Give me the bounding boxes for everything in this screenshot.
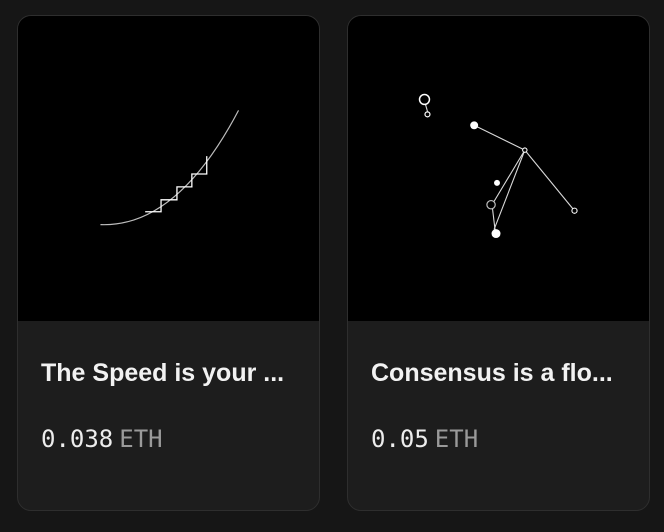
price-value: 0.05 bbox=[371, 425, 429, 453]
speed-curve-stairs-icon bbox=[100, 110, 240, 226]
nft-artwork[interactable] bbox=[18, 16, 319, 321]
nft-price: 0.05 ETH bbox=[371, 425, 478, 453]
nft-card[interactable]: The Speed is your ... 0.038 ETH bbox=[17, 15, 320, 511]
constellation-nodes-icon bbox=[418, 93, 578, 239]
nft-card-grid: The Speed is your ... 0.038 ETH Consensu… bbox=[0, 0, 664, 532]
nft-artwork[interactable] bbox=[348, 16, 649, 321]
nft-title[interactable]: The Speed is your ... bbox=[41, 358, 301, 388]
price-currency: ETH bbox=[119, 425, 163, 453]
nft-price: 0.038 ETH bbox=[41, 425, 163, 453]
nft-card-info: The Speed is your ... 0.038 ETH bbox=[18, 321, 319, 510]
nft-card-info: Consensus is a flo... 0.05 ETH bbox=[348, 321, 649, 510]
price-currency: ETH bbox=[434, 425, 479, 453]
nft-card[interactable]: Consensus is a flo... 0.05 ETH bbox=[347, 15, 650, 511]
price-value: 0.038 bbox=[41, 425, 114, 453]
nft-title[interactable]: Consensus is a flo... bbox=[371, 358, 631, 388]
